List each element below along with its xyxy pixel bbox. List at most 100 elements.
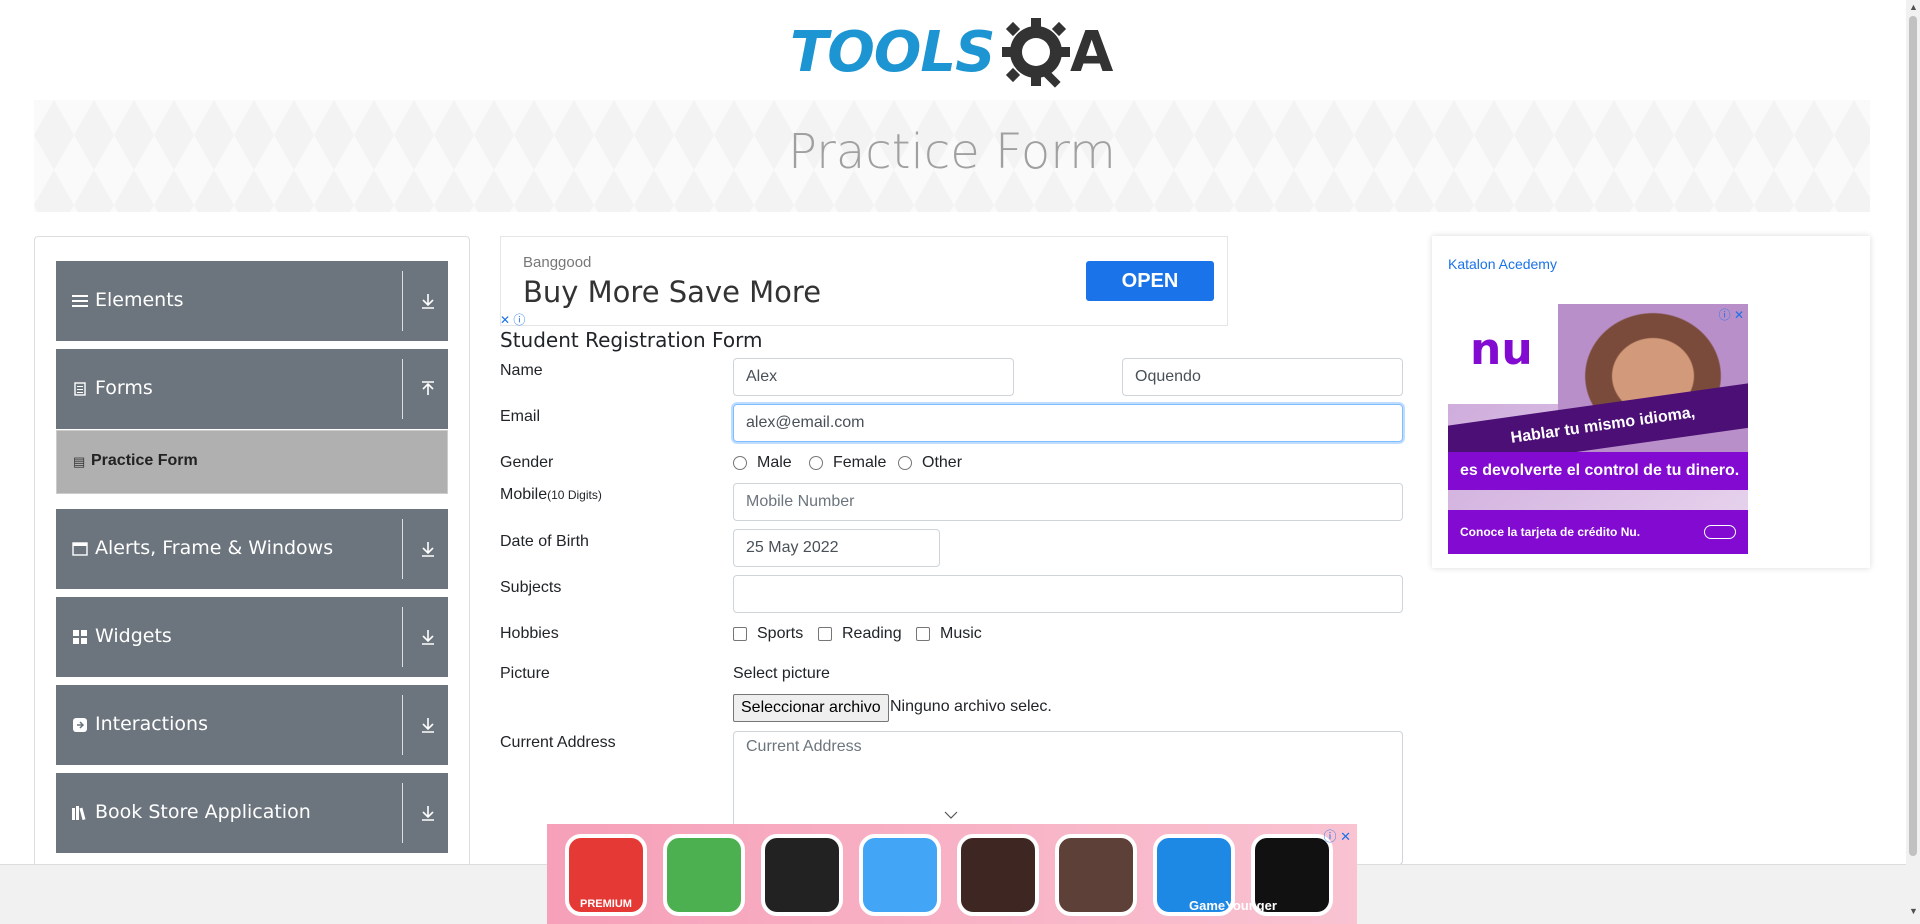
- radio-label: Female: [833, 454, 887, 471]
- checkbox-label: Music: [940, 625, 982, 642]
- sidebar-group-label: Interactions: [95, 713, 208, 735]
- picture-label: Picture: [500, 665, 550, 682]
- sidebar-item-practice-form[interactable]: ▤ Practice Form: [56, 430, 448, 494]
- hobby-reading-checkbox[interactable]: Reading: [818, 625, 902, 643]
- game-tile[interactable]: [859, 834, 941, 916]
- ad-headline: Buy More Save More: [523, 275, 822, 309]
- ad-close-icon[interactable]: ✕ ⓘ: [500, 311, 525, 328]
- sidebar-group-forms[interactable]: Forms: [56, 349, 448, 429]
- mobile-hint: (10 Digits): [547, 488, 602, 502]
- checkbox-box[interactable]: [818, 627, 832, 641]
- divider: [402, 607, 403, 667]
- radio-label: Male: [757, 454, 792, 471]
- document-icon: ▤: [73, 454, 86, 469]
- sidebar-group-interactions[interactable]: Interactions: [56, 685, 448, 765]
- page-title: Practice Form: [788, 124, 1116, 180]
- subjects-label: Subjects: [500, 579, 562, 596]
- game-tile[interactable]: [1055, 834, 1137, 916]
- game-tile[interactable]: [761, 834, 843, 916]
- nu-logo: nu: [1448, 304, 1558, 404]
- ad-close-icon[interactable]: ⓘ ✕: [1323, 826, 1351, 845]
- sidebar-group-widgets[interactable]: Widgets: [56, 597, 448, 677]
- scroll-thumb[interactable]: [1909, 16, 1917, 856]
- ad-line-2: es devolverte el control de tu dinero.: [1448, 452, 1748, 490]
- logo-text: TOOLS: [790, 20, 995, 85]
- book-icon: [72, 805, 88, 821]
- date-of-birth-input[interactable]: [733, 529, 940, 567]
- gender-other-radio[interactable]: Other: [898, 454, 962, 472]
- download-arrow-icon: [422, 542, 434, 557]
- radio-circle[interactable]: [809, 456, 823, 470]
- download-arrow-icon: [422, 294, 434, 309]
- ad-close-icon[interactable]: ⓘ ✕: [1719, 306, 1744, 323]
- divider: [402, 519, 403, 579]
- ad-banner-top[interactable]: Banggood Buy More Save More OPEN: [500, 236, 1228, 326]
- checkbox-box[interactable]: [916, 627, 930, 641]
- hobby-music-checkbox[interactable]: Music: [916, 625, 982, 643]
- gender-label: Gender: [500, 454, 554, 471]
- divider: [402, 695, 403, 755]
- game-tile[interactable]: [957, 834, 1039, 916]
- sidebar-group-label: Forms: [95, 377, 153, 399]
- gear-icon: [1002, 18, 1070, 88]
- checkbox-box[interactable]: [733, 627, 747, 641]
- divider: [402, 271, 403, 331]
- sidebar-group-book-store[interactable]: Book Store Application: [56, 773, 448, 853]
- logo-letter-a: A: [1070, 20, 1114, 85]
- sidebar-group-elements[interactable]: Elements: [56, 261, 448, 341]
- subjects-input[interactable]: [733, 575, 1403, 613]
- download-arrow-icon: [422, 806, 434, 821]
- grid-icon: [72, 629, 88, 645]
- radio-circle[interactable]: [733, 456, 747, 470]
- mobile-input[interactable]: [733, 483, 1403, 521]
- divider: [402, 359, 403, 419]
- page: TOOLS A Practice Form Elements Forms ▤ P…: [0, 0, 1920, 924]
- upload-arrow-icon: [422, 381, 434, 395]
- radio-circle[interactable]: [898, 456, 912, 470]
- sidebar-item-label: Practice Form: [91, 452, 198, 469]
- download-arrow-icon: [422, 718, 434, 733]
- name-label: Name: [500, 362, 543, 379]
- form-title: Student Registration Form: [500, 328, 763, 352]
- email-label: Email: [500, 408, 541, 425]
- scroll-down-icon[interactable]: ▼: [1909, 906, 1918, 916]
- nu-logo-text: nu: [1470, 324, 1533, 375]
- sidebar-group-label: Book Store Application: [95, 801, 311, 823]
- nu-ad[interactable]: nu Hablar tu mismo idioma, es devolverte…: [1448, 304, 1748, 554]
- game-tile[interactable]: [663, 834, 745, 916]
- window-icon: [72, 541, 88, 557]
- chevron-down-icon: [944, 811, 958, 819]
- katalon-ad-link[interactable]: Katalon Acedemy: [1448, 256, 1557, 272]
- ad-open-button[interactable]: OPEN: [1086, 261, 1214, 301]
- checkbox-label: Sports: [757, 625, 804, 642]
- hobby-sports-checkbox[interactable]: Sports: [733, 625, 803, 643]
- toolsqa-logo[interactable]: TOOLS A: [790, 14, 1120, 92]
- ad-line-3: Conoce la tarjeta de crédito Nu.: [1448, 510, 1748, 554]
- game-tile[interactable]: PREMIUM: [565, 834, 647, 916]
- ad-brand: Banggood: [523, 254, 592, 271]
- ad-right[interactable]: Katalon Acedemy nu Hablar tu mismo idiom…: [1432, 236, 1870, 568]
- checkbox-label: Reading: [842, 625, 902, 642]
- gender-male-radio[interactable]: Male: [733, 454, 792, 472]
- file-status: Ninguno archivo selec.: [890, 698, 1052, 715]
- hobbies-label: Hobbies: [500, 625, 559, 642]
- arrow-right-icon: [1704, 525, 1736, 539]
- sidebar-group-alerts[interactable]: Alerts, Frame & Windows: [56, 509, 448, 589]
- scroll-up-icon[interactable]: ▲: [1909, 2, 1918, 12]
- gender-female-radio[interactable]: Female: [809, 454, 886, 472]
- scrollbar[interactable]: ▲ ▼: [1906, 0, 1920, 924]
- select-picture-label: Select picture: [733, 665, 830, 682]
- game-ad-banner[interactable]: PREMIUM GameYounger ⓘ ✕: [547, 824, 1357, 924]
- interact-icon: [72, 717, 88, 733]
- download-arrow-icon: [422, 630, 434, 645]
- first-name-input[interactable]: [733, 358, 1014, 396]
- current-address-label: Current Address: [500, 734, 616, 751]
- document-icon: [72, 381, 88, 397]
- last-name-input[interactable]: [1122, 358, 1403, 396]
- game-ad-brand: GameYounger: [1189, 898, 1277, 913]
- sidebar-group-label: Alerts, Frame & Windows: [95, 537, 334, 559]
- sidebar-group-label: Widgets: [95, 625, 172, 647]
- radio-label: Other: [922, 454, 963, 471]
- email-input[interactable]: [733, 404, 1403, 442]
- choose-file-button[interactable]: Seleccionar archivo: [733, 694, 889, 722]
